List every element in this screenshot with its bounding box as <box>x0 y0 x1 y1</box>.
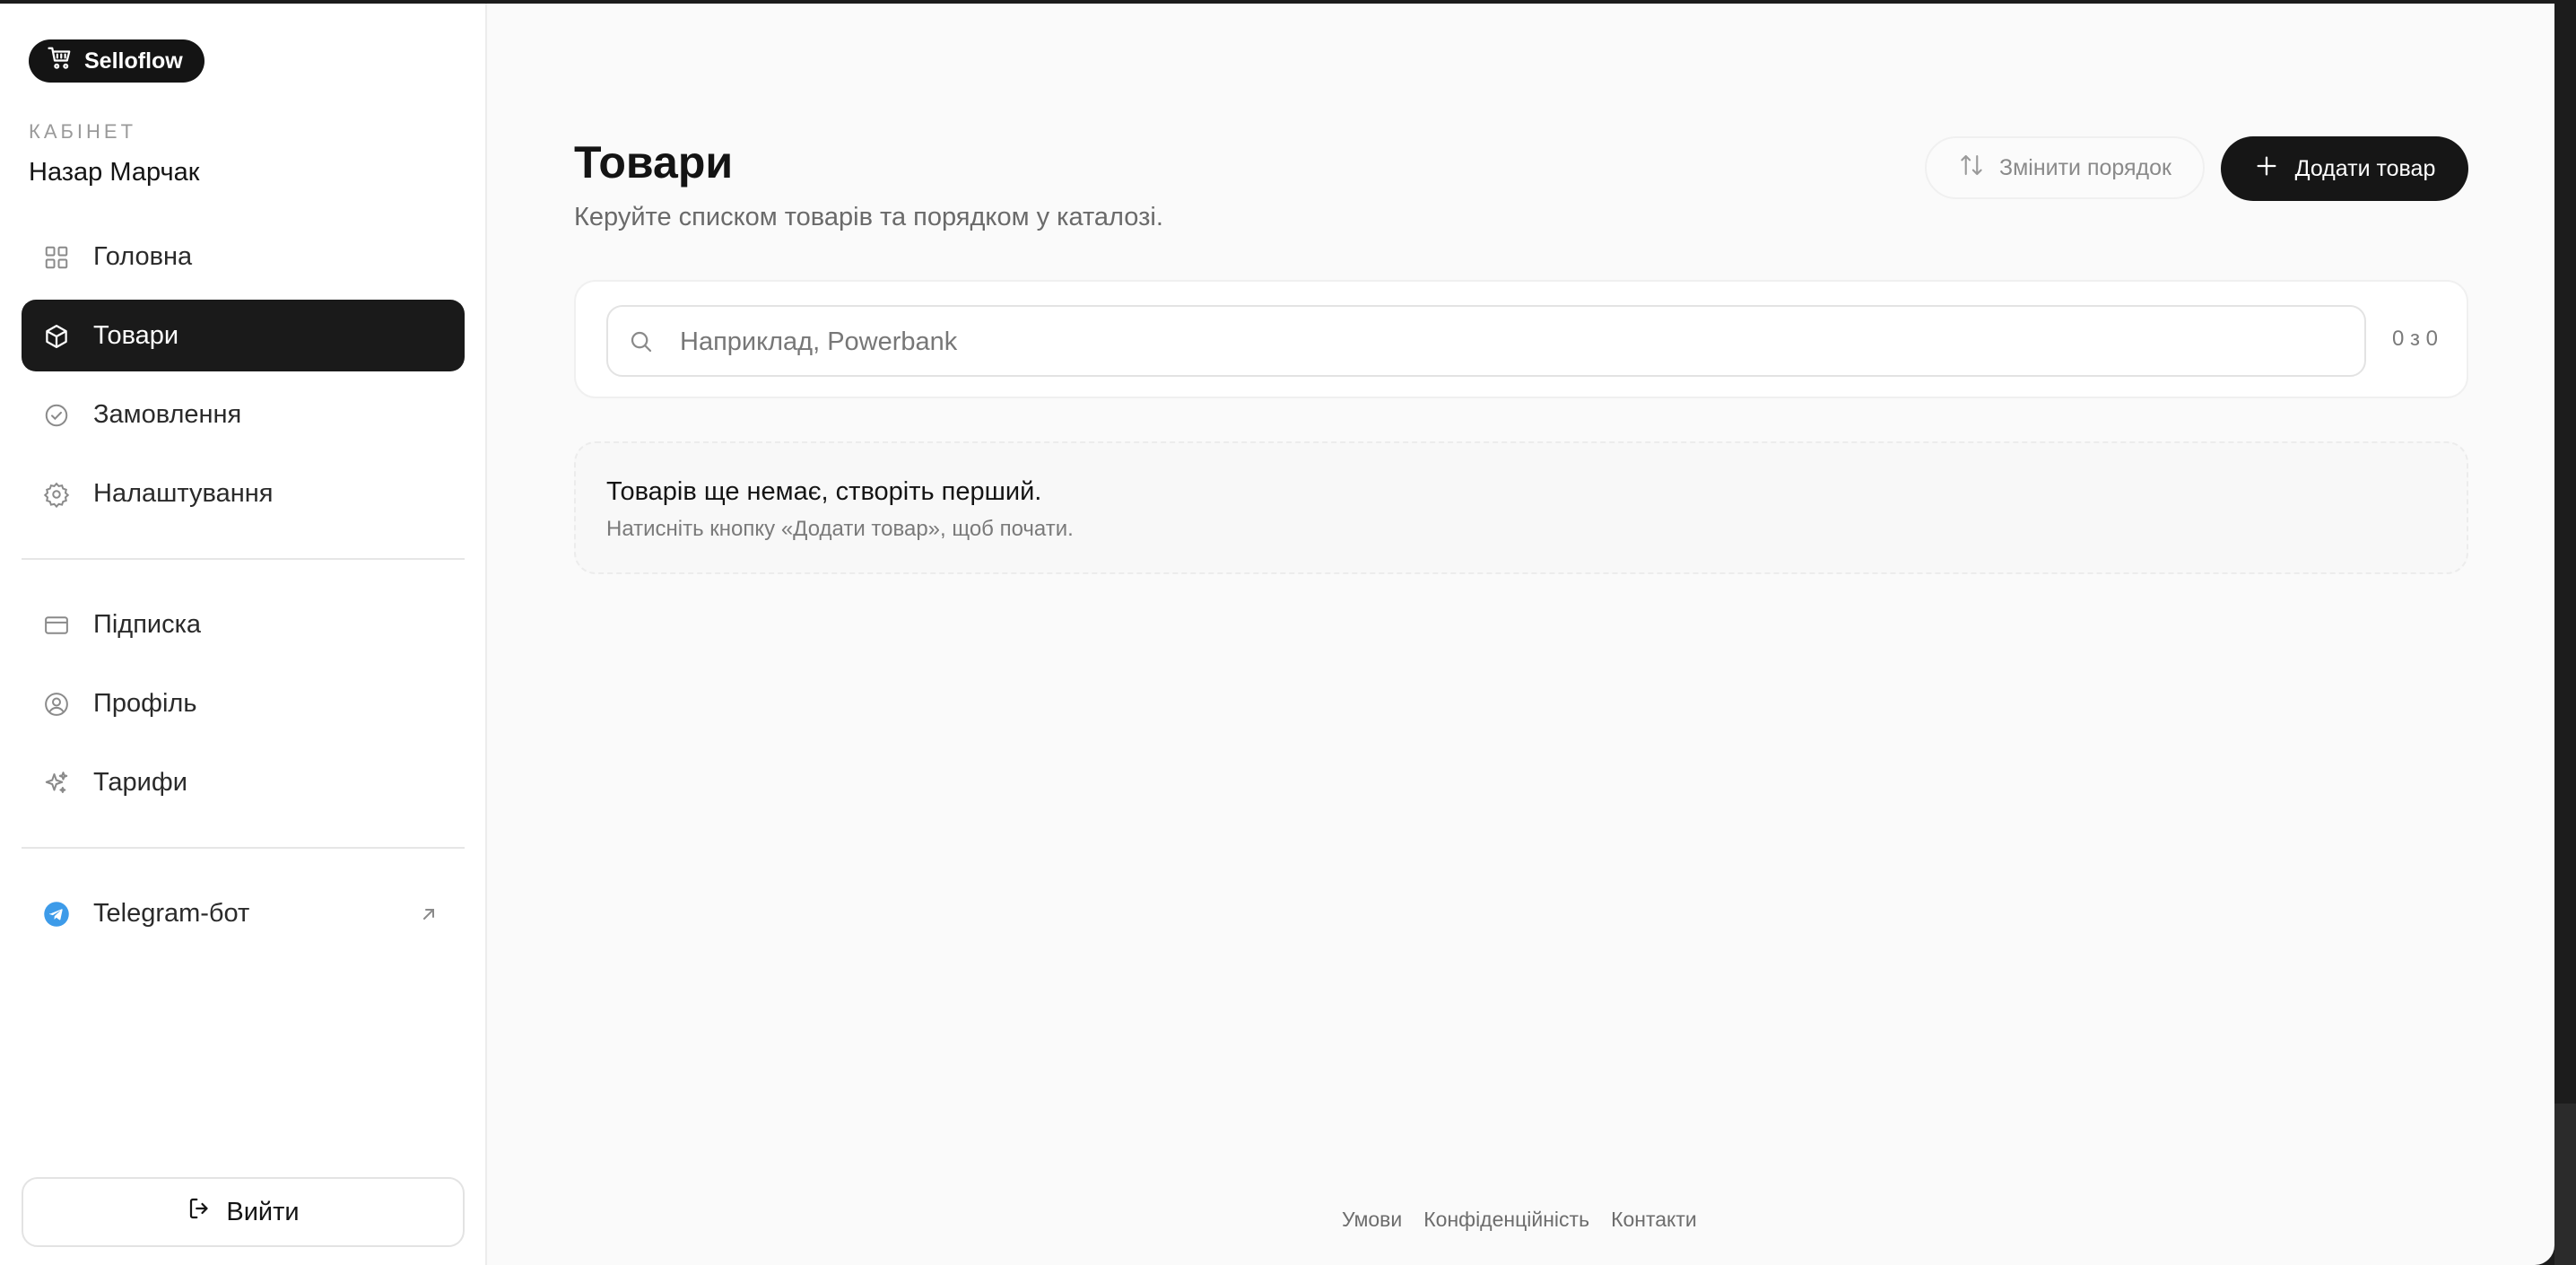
logout-icon <box>187 1195 213 1229</box>
empty-state-title: Товарів ще немає, створіть перший. <box>606 477 1042 506</box>
user-circle-icon <box>43 691 70 718</box>
sidebar-item-label: Товари <box>93 320 179 350</box>
results-count: 0 з 0 <box>2391 327 2438 351</box>
search-input[interactable] <box>680 319 2348 364</box>
gear-icon <box>43 481 70 508</box>
brand-badge[interactable]: Selloflow <box>29 39 205 83</box>
cart-icon <box>47 45 74 78</box>
cabinet-label: КАБІНЕТ <box>29 120 137 143</box>
plus-icon <box>2254 153 2279 185</box>
footer-link-contacts[interactable]: Контакти <box>1611 1208 1697 1232</box>
arrow-up-right-icon <box>418 903 439 924</box>
app-window: Selloflow КАБІНЕТ Назар Марчак Головна Т… <box>0 4 2554 1265</box>
sidebar-divider <box>22 558 465 560</box>
page-title: Товари <box>574 137 734 188</box>
sidebar-item-label: Telegram-бот <box>93 898 250 928</box>
sidebar-item-label: Профіль <box>93 688 197 718</box>
logout-label: Вийти <box>226 1197 300 1226</box>
add-product-label: Додати товар <box>2294 155 2436 181</box>
box-icon <box>43 323 70 350</box>
sidebar-item-orders[interactable]: Замовлення <box>22 379 465 450</box>
sidebar-item-label: Головна <box>93 241 193 271</box>
search-box[interactable] <box>606 305 2366 377</box>
sidebar-item-pricing[interactable]: Тарифи <box>22 746 465 818</box>
credit-card-icon <box>43 612 70 639</box>
empty-state: Товарів ще немає, створіть перший. Натис… <box>574 441 2468 574</box>
sidebar-item-label: Налаштування <box>93 478 274 508</box>
sidebar-item-products[interactable]: Товари <box>22 300 465 371</box>
footer: Умови Конфіденційність Контакти <box>1342 1208 1697 1232</box>
sidebar-item-label: Тарифи <box>93 767 187 797</box>
telegram-icon <box>43 901 70 928</box>
reorder-label: Змінити порядок <box>1998 154 2171 180</box>
sidebar-divider <box>22 847 465 849</box>
sidebar-item-label: Підписка <box>93 609 202 639</box>
brand-name: Selloflow <box>84 48 183 74</box>
user-name: Назар Марчак <box>29 158 200 187</box>
sidebar-item-settings[interactable]: Налаштування <box>22 458 465 529</box>
page-subtitle: Керуйте списком товарів та порядком у ка… <box>574 203 1163 231</box>
background-shade <box>2554 1104 2576 1265</box>
sidebar: Selloflow КАБІНЕТ Назар Марчак Головна Т… <box>0 4 487 1265</box>
search-icon <box>628 328 655 355</box>
sidebar-item-subscription[interactable]: Підписка <box>22 589 465 660</box>
sidebar-item-label: Замовлення <box>93 399 242 429</box>
sort-arrows-icon <box>1958 152 1985 185</box>
sidebar-item-profile[interactable]: Профіль <box>22 667 465 739</box>
empty-state-hint: Натисніть кнопку «Додати товар», щоб поч… <box>606 517 1074 541</box>
footer-link-privacy[interactable]: Конфіденційність <box>1423 1208 1589 1232</box>
sparkles-icon <box>43 770 70 797</box>
add-product-button[interactable]: Додати товар <box>2221 136 2468 201</box>
sidebar-item-telegram[interactable]: Telegram-бот <box>22 877 465 949</box>
search-card: 0 з 0 <box>574 280 2468 398</box>
footer-link-terms[interactable]: Умови <box>1342 1208 1402 1232</box>
grid-icon <box>43 244 70 271</box>
logout-button[interactable]: Вийти <box>22 1177 465 1247</box>
check-circle-icon <box>43 402 70 429</box>
sidebar-item-home[interactable]: Головна <box>22 221 465 292</box>
reorder-button[interactable]: Змінити порядок <box>1925 136 2205 199</box>
